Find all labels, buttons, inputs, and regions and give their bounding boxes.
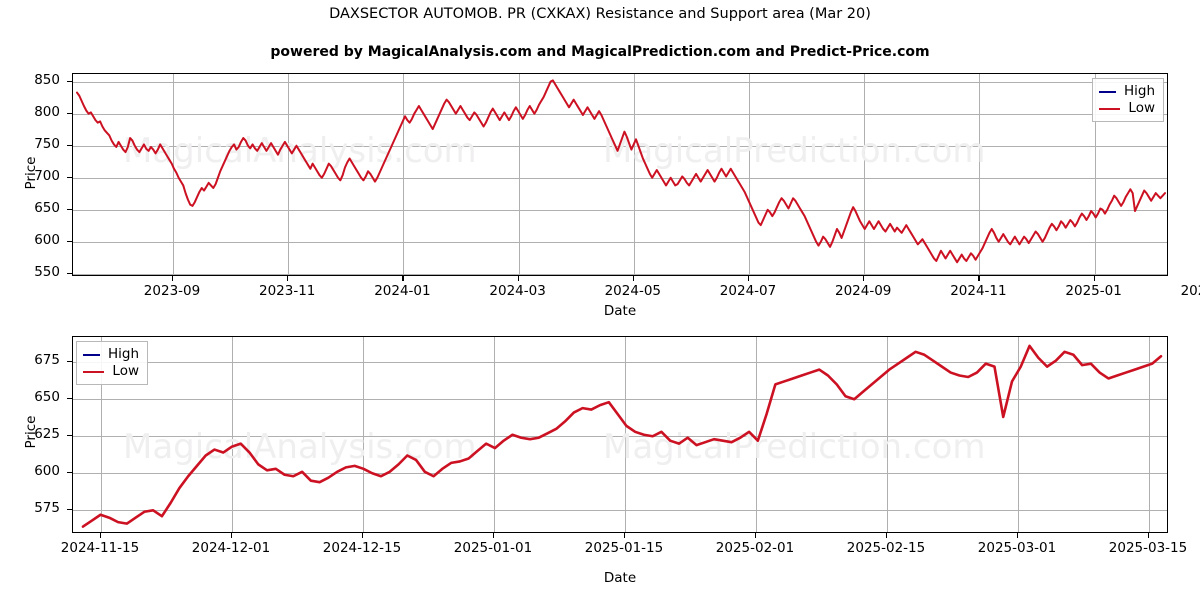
page-title: DAXSECTOR AUTOMOB. PR (CXKAX) Resistance… (329, 6, 871, 22)
x-tick-label: 2024-01 (374, 283, 431, 299)
x-tick-mark (493, 533, 495, 538)
y-tick-label: 550 (34, 263, 60, 280)
detail-plot-area: MagicalAnalysis.com MagicalPrediction.co… (72, 336, 1168, 533)
y-tick-mark (67, 240, 72, 242)
x-tick-label: 2024-11-15 (60, 540, 140, 556)
x-tick-mark (287, 276, 289, 281)
x-tick-mark (362, 533, 364, 538)
legend-entry-low-2: Low (83, 363, 139, 380)
overview-plot-area: MagicalAnalysis.com MagicalPrediction.co… (72, 73, 1168, 276)
legend-entry-high-2: High (83, 346, 139, 363)
y-tick-mark (67, 208, 72, 210)
x-tick-mark (978, 276, 980, 281)
x-tick-mark (231, 533, 233, 538)
x-tick-mark (755, 533, 757, 538)
x-tick-label: 2023-11 (258, 283, 316, 299)
legend-label-high-2: High (107, 345, 139, 362)
x-tick-mark (1148, 533, 1150, 538)
x-tick-mark (172, 276, 174, 281)
y-tick-mark (67, 435, 72, 437)
x-tick-mark (632, 276, 634, 281)
x-tick-label: 2024-12-15 (322, 540, 402, 556)
legend-entry-low: Low (1099, 100, 1155, 117)
x-tick-label: 2024-12-01 (191, 540, 271, 556)
y-tick-mark (67, 398, 72, 400)
legend-swatch-high-2 (83, 353, 100, 356)
chart-page: DAXSECTOR AUTOMOB. PR (CXKAX) Resistance… (0, 0, 1200, 600)
x-tick-label: 2025-01-01 (453, 540, 533, 556)
x-tick-label: 2024-05 (604, 283, 661, 299)
x-tick-label: 2025-01 (1065, 283, 1122, 299)
x-tick-mark (402, 276, 404, 281)
overview-x-axis-label: Date (603, 303, 637, 319)
y-tick-mark (67, 509, 72, 511)
x-tick-label: 2025-02-15 (846, 540, 926, 556)
legend-label-low-2: Low (112, 362, 139, 379)
x-tick-label: 2025-03-01 (977, 540, 1057, 556)
legend-entry-high: High (1099, 83, 1155, 100)
x-tick-mark (886, 533, 888, 538)
series-line-low (81, 344, 1163, 528)
x-tick-label: 2025-02-01 (715, 540, 795, 556)
x-tick-label: 2024-11 (950, 283, 1007, 299)
y-tick-label: 800 (34, 103, 60, 120)
overview-legend: High Low (1092, 78, 1164, 122)
x-tick-mark (517, 276, 519, 281)
y-tick-mark (67, 361, 72, 363)
y-tick-mark (67, 176, 72, 178)
legend-swatch-high (1099, 90, 1116, 93)
detail-y-axis-label: Price (23, 415, 39, 449)
legend-swatch-low-2 (83, 370, 105, 373)
x-tick-mark (100, 533, 102, 538)
series-line-low (76, 79, 1166, 264)
detail-series-svg (81, 344, 1163, 528)
x-tick-label: 2025-03-15 (1108, 540, 1188, 556)
overview-series-svg (76, 79, 1166, 264)
y-tick-mark (67, 80, 72, 82)
x-tick-mark (1093, 276, 1095, 281)
y-tick-label: 675 (34, 352, 60, 369)
x-tick-mark (624, 533, 626, 538)
x-tick-label: 2024-03 (489, 283, 546, 299)
y-tick-label: 575 (34, 500, 60, 517)
x-tick-mark (1017, 533, 1019, 538)
y-tick-label: 850 (34, 71, 60, 88)
y-tick-label: 600 (34, 231, 60, 248)
x-tick-mark (863, 276, 865, 281)
detail-x-axis-label: Date (603, 570, 637, 586)
page-subtitle: powered by MagicalAnalysis.com and Magic… (270, 44, 930, 60)
x-tick-label: 2024-07 (719, 283, 777, 299)
y-tick-mark (67, 472, 72, 474)
x-tick-mark (748, 276, 750, 281)
legend-label-high: High (1123, 82, 1155, 99)
overview-y-axis-label: Price (23, 156, 39, 190)
legend-swatch-low (1099, 107, 1121, 110)
y-tick-mark (67, 112, 72, 114)
x-tick-label: 2024-09 (834, 283, 892, 299)
y-tick-mark (67, 272, 72, 274)
legend-label-low: Low (1128, 99, 1155, 116)
detail-legend: High Low (76, 341, 148, 385)
x-tick-label: 2025-03 (1180, 283, 1200, 299)
x-tick-label: 2025-01-15 (584, 540, 664, 556)
x-tick-label: 2023-09 (143, 283, 201, 299)
y-tick-mark (67, 144, 72, 146)
